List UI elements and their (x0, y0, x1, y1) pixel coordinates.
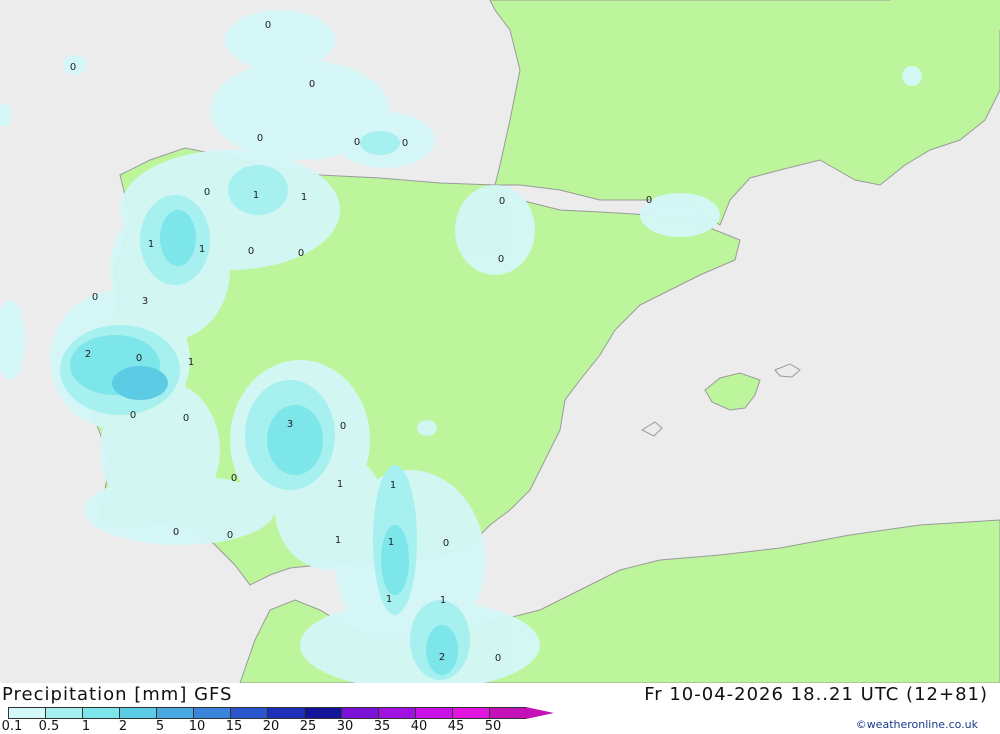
scale-swatch (489, 707, 526, 719)
precip-value-label: 1 (388, 537, 394, 548)
scale-swatch (341, 707, 378, 719)
scale-tick-label: 10 (188, 719, 206, 734)
land-france (489, 0, 1000, 226)
precip-value-label: 0 (204, 187, 210, 198)
precip-value-label: 1 (253, 190, 259, 201)
precip-value-label: 0 (499, 196, 505, 207)
precip-value-label: 1 (188, 357, 194, 368)
precip-value-label: 0 (248, 246, 254, 257)
precip-value-label: 0 (309, 79, 315, 90)
scale-swatch (452, 707, 489, 719)
precip-value-label: 2 (439, 652, 445, 663)
land-menorca (774, 363, 801, 378)
scale-swatch (156, 707, 193, 719)
color-scale (8, 707, 554, 719)
land-ibiza (640, 421, 663, 437)
scale-swatch (378, 707, 415, 719)
credit-link[interactable]: ©weatheronline.co.uk (856, 718, 978, 731)
precip-value-label: 1 (440, 595, 446, 606)
scale-tick-label: 50 (484, 719, 502, 734)
precip-value-label: 1 (301, 192, 307, 203)
precip-value-label: 0 (498, 254, 504, 265)
scale-tick-label: 25 (299, 719, 317, 734)
precipitation-map: 0 0 0 0 0 0 1 1 0 1 1 0 0 0 0 0 0 3 2 0 1 0 3 0 0 1 1 0 1 1 0 1 1 0 0 2 0 (0, 0, 1000, 683)
scale-swatch (304, 707, 341, 719)
map-canvas: 0 0 0 0 0 0 1 1 0 1 1 0 0 0 0 0 0 3 2 0 1 0 3 0 0 1 1 0 1 1 0 1 1 0 0 2 0 (0, 0, 1000, 683)
scale-tick-label: 35 (373, 719, 391, 734)
precip-value-label: 0 (495, 653, 501, 664)
precip-value-label: 3 (142, 296, 148, 307)
precip-value-label: 0 (354, 137, 360, 148)
precip-value-label: 0 (227, 530, 233, 541)
precip-value-label: 1 (335, 535, 341, 546)
scale-swatch (45, 707, 82, 719)
scale-swatch (119, 707, 156, 719)
precip-value-label: 0 (646, 195, 652, 206)
scale-tick-label: 20 (262, 719, 280, 734)
scale-tick-label: 2 (118, 719, 128, 734)
scale-tick-label: 5 (155, 719, 165, 734)
precip-value-label: 0 (443, 538, 449, 549)
scale-tick-label: 1 (81, 719, 91, 734)
precip-value-label: 0 (231, 473, 237, 484)
precip-value-label: 0 (183, 413, 189, 424)
precip-value-label: 0 (298, 248, 304, 259)
precip-value-label: 1 (148, 239, 154, 250)
map-title: Precipitation [mm] GFS (2, 684, 233, 705)
precip-value-label: 3 (287, 419, 293, 430)
scale-swatch (267, 707, 304, 719)
precip-value-label: 0 (92, 292, 98, 303)
precip-value-label: 0 (257, 133, 263, 144)
precip-value-label: 0 (173, 527, 179, 538)
land-mallorca (704, 372, 761, 411)
precip-value-label: 0 (136, 353, 142, 364)
scale-swatch (415, 707, 452, 719)
precip-value-label: 1 (390, 480, 396, 491)
scale-tick-label: 45 (447, 719, 465, 734)
scale-labels: 0.1 0.5 1 2 5 10 15 20 25 30 35 40 45 50 (0, 719, 520, 734)
scale-arrow (526, 707, 554, 719)
precip-value-label: 0 (340, 421, 346, 432)
scale-swatch (82, 707, 119, 719)
scale-tick-label: 0.1 (1, 719, 23, 734)
precip-value-label: 0 (402, 138, 408, 149)
scale-swatch (193, 707, 230, 719)
precip-value-label: 1 (386, 594, 392, 605)
precip-value-label: 0 (265, 20, 271, 31)
precip-value-label: 1 (199, 244, 205, 255)
scale-swatch (8, 707, 45, 719)
scale-tick-label: 0.5 (38, 719, 60, 734)
valid-time: Fr 10-04-2026 18..21 UTC (12+81) (644, 684, 988, 705)
scale-tick-label: 40 (410, 719, 428, 734)
precip-value-label: 0 (70, 62, 76, 73)
precip-value-label: 1 (337, 479, 343, 490)
precip-value-label: 2 (85, 349, 91, 360)
scale-tick-label: 30 (336, 719, 354, 734)
precip-value-label: 0 (130, 410, 136, 421)
scale-swatch (230, 707, 267, 719)
scale-tick-label: 15 (225, 719, 243, 734)
